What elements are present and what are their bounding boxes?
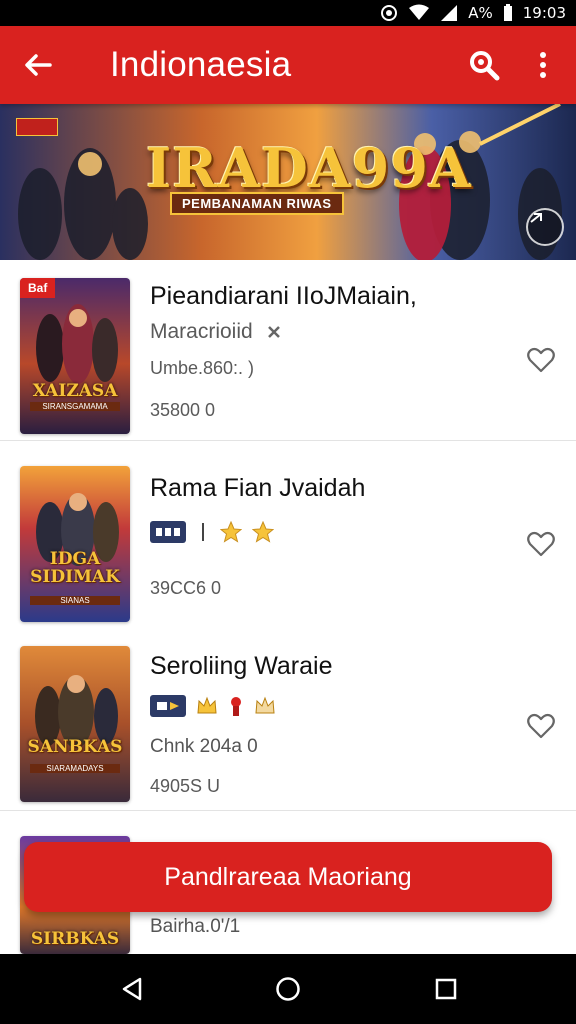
cover-title: IDGA SIDIMAK [30,549,120,587]
app-bar: Indionaesia [0,26,576,104]
banner-next-button[interactable] [526,208,564,246]
system-nav-bar [0,954,576,1024]
game-title: Pieandiarani IIoJMaiain, [150,282,417,310]
banner-corner-badge [16,118,58,136]
heart-outline-icon [527,347,555,373]
game-size: Umbe.860:. ) [150,358,255,378]
nav-home-button[interactable] [268,969,308,1009]
download-count: 4905S U [150,776,221,796]
banner-subtitle: PEMBANAMAN RIWAS [170,192,344,215]
favorite-button[interactable] [526,530,556,558]
back-triangle-icon [122,977,142,1001]
list-item[interactable]: SANBKAS SIARAMADAYS Seroliing Waraie Chn… [0,630,576,811]
game-cover: Baf XAIZASA SIRANSGAMAMA [20,278,130,434]
back-button[interactable] [18,48,58,82]
crown-icon [197,696,217,714]
cover-title: XAIZASA [32,381,118,401]
nav-recents-button[interactable] [426,969,466,1009]
favorite-button[interactable] [526,346,556,374]
divider [202,523,204,541]
star-icon [220,521,242,543]
developer-name: Maracrioiid [150,320,281,344]
download-count: 39CC6 0 [150,578,222,598]
heart-outline-icon [527,713,555,739]
wifi-icon [408,4,430,22]
cover-subtitle: SIRANSGAMAMA [30,402,120,411]
status-icons: A% 19:03 [380,0,566,26]
crown-icon [255,696,275,714]
game-size: Chnk 204a 0 [150,736,258,757]
favorite-button[interactable] [526,712,556,740]
rating-row [150,520,274,544]
game-title: Seroliing Waraie [150,652,333,680]
cta-button[interactable]: Pandlrareaa Maoriang [24,842,552,912]
banner-logo: IRADA99A [146,136,472,200]
rating-row [150,694,276,718]
chip-icon [150,695,186,717]
developer-label: Maracrioiid [150,320,253,343]
cover-subtitle: SIARAMADAYS [30,764,120,773]
promo-banner[interactable]: IRADA99A PEMBANAMAN RIWAS [0,104,576,260]
back-arrow-icon [25,54,52,76]
star-icon [252,521,274,543]
home-circle-icon [276,977,300,1001]
cover-title: SIRBKAS [30,929,120,949]
more-vert-icon [540,52,546,78]
game-size: Bairha.0'/1 [150,916,241,937]
recents-square-icon [435,978,457,1000]
battery-text: A% [468,4,493,22]
more-options-button[interactable] [526,46,560,84]
game-cover: SANBKAS SIARAMADAYS [20,646,130,802]
chevron-right-icon [530,213,542,223]
cover-badge: Baf [20,278,56,298]
download-count: 35800 0 [150,400,216,420]
list-item[interactable]: Baf XAIZASA SIRANSGAMAMA Pieandiarani II… [0,260,576,441]
game-cover: IDGA SIDIMAK SIANAS [20,466,130,622]
status-bar: A% 19:03 [0,0,576,26]
signal-icon [440,4,458,22]
search-icon [470,51,500,81]
cover-art [35,675,118,748]
cover-subtitle: SIANAS [30,596,120,605]
list-item[interactable]: IDGA SIDIMAK SIANAS Rama Fian Jvaidah 39… [0,450,576,631]
search-button[interactable] [462,46,506,84]
chip-icon [150,521,186,543]
close-icon [267,326,280,338]
heart-outline-icon [527,531,555,557]
battery-icon [503,4,513,22]
app-title: Indionaesia [110,45,292,84]
location-icon [380,4,398,22]
clock: 19:03 [522,4,566,22]
cover-title: SANBKAS [27,737,123,757]
nav-back-button[interactable] [112,969,152,1009]
medal-icon [231,697,241,716]
game-title: Rama Fian Jvaidah [150,474,366,502]
